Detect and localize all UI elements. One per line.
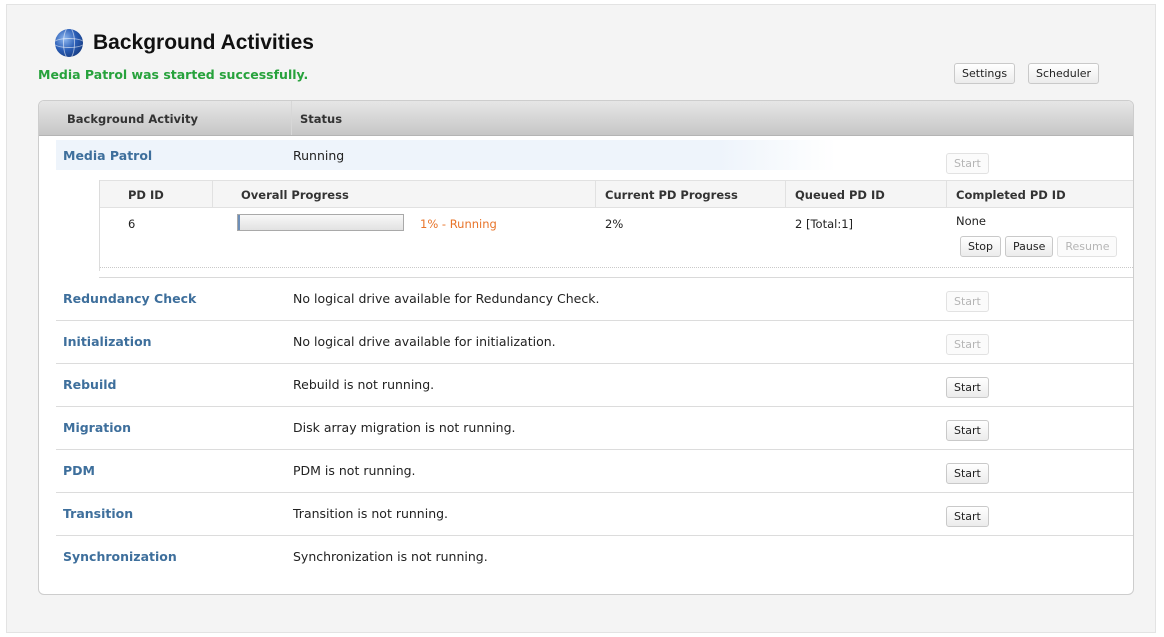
activity-name-synchronization[interactable]: Synchronization: [63, 549, 177, 564]
activity-status-media-patrol: Running: [293, 148, 345, 163]
activity-status-migration: Disk array migration is not running.: [293, 420, 516, 435]
pd-header-overall-progress: Overall Progress: [241, 188, 349, 202]
pd-header-current-pd-progress: Current PD Progress: [605, 188, 738, 202]
pd-header-queued-pd-id: Queued PD ID: [795, 188, 885, 202]
pd-header-pd-id: PD ID: [128, 188, 164, 202]
scheduler-button[interactable]: Scheduler: [1028, 63, 1100, 84]
activity-row-initialization: Initialization No logical drive available…: [56, 321, 1133, 364]
queued-pd-id-value: 2 [Total:1]: [795, 217, 853, 231]
pd-header-divider: [785, 181, 786, 207]
pd-header-divider: [212, 181, 213, 207]
pd-header-completed-pd-id: Completed PD ID: [956, 188, 1066, 202]
resume-button[interactable]: Resume: [1057, 236, 1118, 257]
column-header-status: Status: [300, 112, 343, 126]
activity-name-transition[interactable]: Transition: [63, 506, 133, 521]
activity-row-redundancy-check: Redundancy Check No logical drive availab…: [56, 278, 1133, 321]
pd-id-value: 6: [128, 217, 136, 231]
pd-progress-table: PD ID Overall Progress Current PD Progre…: [99, 180, 1133, 271]
activity-name-media-patrol[interactable]: Media Patrol: [63, 148, 152, 163]
status-message: Media Patrol was started successfully.: [38, 67, 309, 82]
overall-progress-text: 1% - Running: [420, 217, 497, 231]
pd-table-divider: [100, 267, 1133, 268]
activity-row-transition: Transition Transition is not running. Star…: [56, 493, 1133, 536]
activity-name-initialization[interactable]: Initialization: [63, 334, 152, 349]
activity-status-initialization: No logical drive available for initializ…: [293, 334, 556, 349]
activity-row-pdm: PDM PDM is not running. Start: [56, 450, 1133, 493]
column-header-activity: Background Activity: [67, 112, 198, 126]
start-button-initialization[interactable]: Start: [946, 334, 989, 355]
media-patrol-row: Media Patrol Running: [56, 140, 836, 170]
activity-status-redundancy-check: No logical drive available for Redundanc…: [293, 291, 600, 306]
activity-status-rebuild: Rebuild is not running.: [293, 377, 435, 392]
start-button-redundancy-check[interactable]: Start: [946, 291, 989, 312]
current-pd-progress-value: 2%: [605, 217, 624, 231]
activity-name-migration[interactable]: Migration: [63, 420, 131, 435]
activity-name-redundancy-check[interactable]: Redundancy Check: [63, 291, 196, 306]
pause-button[interactable]: Pause: [1005, 236, 1054, 257]
start-button-pdm[interactable]: Start: [946, 463, 989, 484]
activity-name-pdm[interactable]: PDM: [63, 463, 95, 478]
globe-icon: [55, 29, 83, 57]
pd-action-buttons: Stop Pause Resume: [960, 236, 1118, 257]
pd-header-divider: [946, 181, 947, 207]
title-row: Background Activities: [55, 28, 314, 58]
start-button-migration[interactable]: Start: [946, 420, 989, 441]
activity-status-synchronization: Synchronization is not running.: [293, 549, 488, 564]
completed-pd-id-value: None: [956, 214, 987, 228]
overall-progress-fill: [238, 215, 240, 230]
activity-name-rebuild[interactable]: Rebuild: [63, 377, 116, 392]
background-activities-page: Background Activities Media Patrol was s…: [6, 4, 1156, 633]
start-button-transition[interactable]: Start: [946, 506, 989, 527]
activities-panel: Background Activity Status Media Patrol …: [38, 100, 1134, 595]
pd-header-divider: [595, 181, 596, 207]
stop-button[interactable]: Stop: [960, 236, 1002, 257]
settings-button[interactable]: Settings: [954, 63, 1016, 84]
activity-row-migration: Migration Disk array migration is not run…: [56, 407, 1133, 450]
media-patrol-start-button[interactable]: Start: [946, 153, 989, 174]
page-title: Background Activities: [93, 31, 314, 54]
activity-row-synchronization: Synchronization Synchronization is not ru…: [56, 536, 1133, 579]
start-button-rebuild[interactable]: Start: [946, 377, 989, 398]
pd-table-header: PD ID Overall Progress Current PD Progre…: [100, 180, 1133, 208]
activity-row-rebuild: Rebuild Rebuild is not running. Start: [56, 364, 1133, 407]
activity-status-transition: Transition is not running.: [293, 506, 449, 521]
header-divider: [291, 101, 292, 135]
activity-status-pdm: PDM is not running.: [293, 463, 416, 478]
overall-progress-bar: [237, 214, 404, 231]
table-header: Background Activity Status: [39, 101, 1133, 136]
